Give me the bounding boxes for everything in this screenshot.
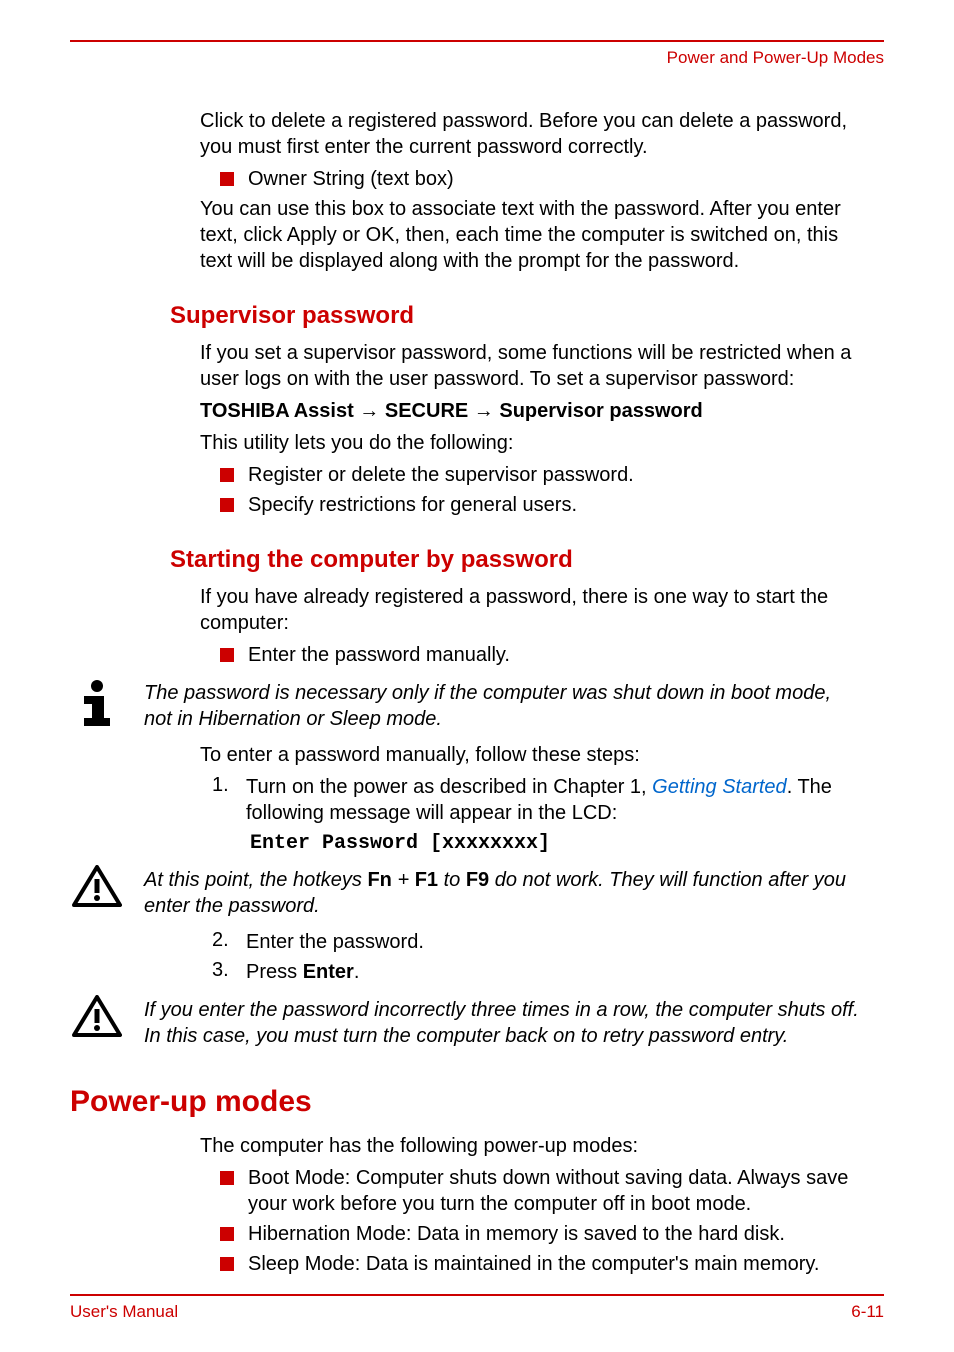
info-note1-text: The password is necessary only if the co… [144, 678, 864, 732]
ol-num-1: 1. [212, 774, 246, 797]
warning-icon [70, 995, 124, 1039]
warning-note-3: If you enter the password incorrectly th… [70, 995, 874, 1049]
bullet-icon [220, 1257, 234, 1271]
footer: User's Manual 6-11 [70, 1294, 884, 1322]
powerup-b1-text: Boot Mode: Computer shuts down without s… [248, 1165, 874, 1217]
intro-p2: You can use this box to associate text w… [200, 196, 874, 274]
starting-p1: If you have already registered a passwor… [200, 584, 874, 636]
intro-bullet-1: Owner String (text box) [200, 166, 874, 192]
ol-num-2: 2. [212, 929, 246, 952]
supervisor-p2: This utility lets you do the following: [200, 430, 874, 456]
ol-text-3: Press Enter. [246, 959, 874, 985]
supervisor-path: TOSHIBA Assist → SECURE → Supervisor pas… [200, 398, 874, 424]
starting-b1-text: Enter the password manually. [248, 642, 874, 668]
heading-power-up: Power-up modes [70, 1085, 874, 1119]
powerup-p1: The computer has the following power-up … [200, 1133, 874, 1159]
ol-item-2: 2. Enter the password. [200, 929, 874, 955]
warning-note2-text: At this point, the hotkeys Fn + F1 to F9… [144, 865, 864, 919]
supervisor-b1-text: Register or delete the supervisor passwo… [248, 462, 874, 488]
supervisor-b2-text: Specify restrictions for general users. [248, 492, 874, 518]
info-note-1: The password is necessary only if the co… [70, 678, 874, 732]
ol3-pre: Press [246, 961, 303, 983]
header-title: Power and Power-Up Modes [70, 48, 884, 68]
ol-text-1: Turn on the power as described in Chapte… [246, 774, 874, 826]
ol-text-2: Enter the password. [246, 929, 874, 955]
starting-bullet-1: Enter the password manually. [200, 642, 874, 668]
intro-p1: Click to delete a registered password. B… [200, 108, 874, 160]
code-enter-password: Enter Password [xxxxxxxx] [250, 832, 874, 855]
warning-note-2: At this point, the hotkeys Fn + F1 to F9… [70, 865, 874, 919]
supervisor-p1: If you set a supervisor password, some f… [200, 340, 874, 392]
warning-icon [70, 865, 124, 909]
footer-right: 6-11 [851, 1302, 884, 1322]
ol-num-3: 3. [212, 959, 246, 982]
intro-b1-text: Owner String (text box) [248, 166, 874, 192]
powerup-b2-text: Hibernation Mode: Data in memory is save… [248, 1221, 874, 1247]
heading-starting: Starting the computer by password [170, 546, 874, 574]
arrow-icon: → [354, 400, 385, 422]
ol3-enter: Enter [303, 961, 354, 983]
bullet-icon [220, 1171, 234, 1185]
powerup-bullet-3: Sleep Mode: Data is maintained in the co… [200, 1251, 874, 1277]
footer-left: User's Manual [70, 1302, 178, 1322]
getting-started-link[interactable]: Getting Started [652, 776, 787, 798]
bullet-icon [220, 648, 234, 662]
supervisor-bullet-2: Specify restrictions for general users. [200, 492, 874, 518]
ol1-pre: Turn on the power as described in Chapte… [246, 776, 652, 798]
info-icon [70, 678, 124, 728]
heading-supervisor: Supervisor password [170, 302, 874, 330]
path-b: SECURE [385, 400, 468, 422]
note2-pre: At this point, the hotkeys [144, 869, 367, 891]
note2-to: to [438, 869, 466, 891]
warning-note3-text: If you enter the password incorrectly th… [144, 995, 864, 1049]
powerup-b3-text: Sleep Mode: Data is maintained in the co… [248, 1251, 874, 1277]
ol3-post: . [354, 961, 360, 983]
path-c: Supervisor password [499, 400, 702, 422]
note2-f9: F9 [466, 869, 489, 891]
bullet-icon [220, 468, 234, 482]
powerup-bullet-2: Hibernation Mode: Data in memory is save… [200, 1221, 874, 1247]
path-a: TOSHIBA Assist [200, 400, 354, 422]
arrow-icon: → [468, 400, 499, 422]
bullet-icon [220, 498, 234, 512]
ol-item-1: 1. Turn on the power as described in Cha… [200, 774, 874, 826]
bullet-icon [220, 172, 234, 186]
supervisor-bullet-1: Register or delete the supervisor passwo… [200, 462, 874, 488]
note2-fn: Fn [367, 869, 391, 891]
ol-item-3: 3. Press Enter. [200, 959, 874, 985]
bullet-icon [220, 1227, 234, 1241]
starting-p2: To enter a password manually, follow the… [200, 742, 874, 768]
note2-plus: + [392, 869, 415, 891]
note2-f1: F1 [415, 869, 438, 891]
powerup-bullet-1: Boot Mode: Computer shuts down without s… [200, 1165, 874, 1217]
